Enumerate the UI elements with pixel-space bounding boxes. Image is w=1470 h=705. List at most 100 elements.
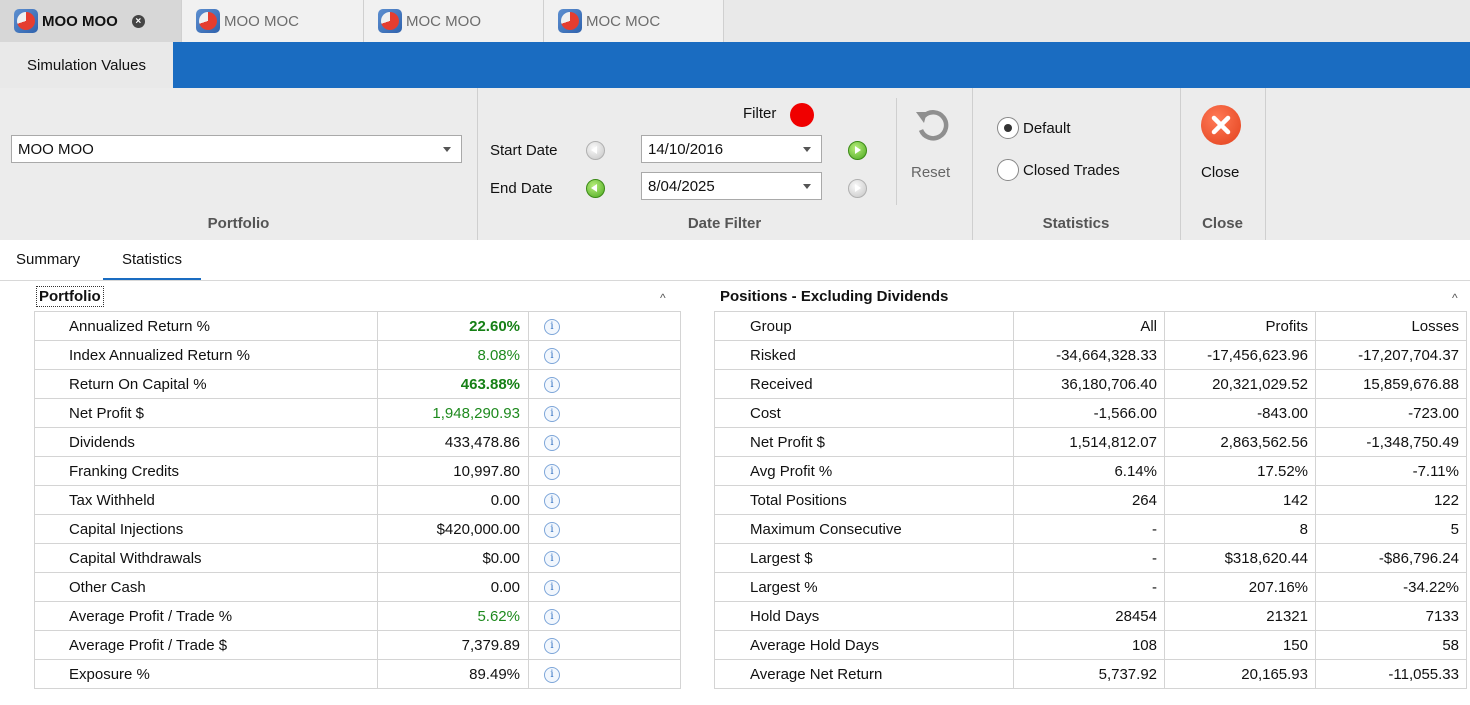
- start-date-picker[interactable]: 14/10/2016: [641, 135, 822, 163]
- reset-button[interactable]: [912, 106, 952, 146]
- info-icon[interactable]: i: [544, 318, 560, 335]
- start-date-prev-button[interactable]: [586, 141, 605, 160]
- start-date-label: Start Date: [490, 142, 558, 159]
- group-divider: [1265, 88, 1266, 240]
- cell-value: 108: [1013, 630, 1165, 660]
- table-row: Average Profit / Trade $7,379.89 i: [34, 630, 681, 660]
- stat-value: 8.08%: [377, 340, 529, 370]
- info-icon[interactable]: i: [544, 434, 560, 451]
- doc-tab-moo-moc[interactable]: MOO MOC: [182, 0, 364, 42]
- info-cell: i: [528, 572, 681, 602]
- filter-label: Filter: [743, 105, 777, 122]
- info-icon[interactable]: i: [544, 376, 560, 393]
- portfolio-pie-icon: [14, 9, 38, 33]
- positions-panel-title: Positions - Excluding Dividends: [720, 288, 949, 305]
- collapse-chevron-icon[interactable]: ^: [660, 291, 666, 305]
- info-cell: i: [528, 340, 681, 370]
- stat-name: Franking Credits: [34, 456, 378, 486]
- column-header[interactable]: Losses: [1315, 311, 1467, 341]
- chevron-down-icon: [803, 184, 811, 189]
- stat-name: Average Profit / Trade %: [34, 601, 378, 631]
- cell-value: -1,566.00: [1013, 398, 1165, 428]
- cell-value: -: [1013, 514, 1165, 544]
- closed-trades-radio[interactable]: [997, 159, 1019, 181]
- table-row: Cost -1,566.00 -843.00 -723.00: [714, 398, 1467, 428]
- info-icon[interactable]: i: [544, 666, 560, 683]
- info-cell: i: [528, 427, 681, 457]
- info-icon[interactable]: i: [544, 521, 560, 538]
- table-row: Received 36,180,706.40 20,321,029.52 15,859…: [714, 369, 1467, 399]
- cell-value: 1,514,812.07: [1013, 427, 1165, 457]
- filter-status-icon[interactable]: [790, 103, 814, 127]
- close-button-label[interactable]: Close: [1201, 164, 1239, 181]
- portfolio-select-value: MOO MOO: [18, 140, 94, 158]
- tab-statistics[interactable]: Statistics: [103, 240, 201, 280]
- table-row: Average Net Return 5,737.92 20,165.93 -11,0…: [714, 659, 1467, 689]
- close-tab-icon[interactable]: ×: [131, 14, 145, 28]
- ribbon-panel: MOO MOO Portfolio Filter Start Date 14/1…: [0, 88, 1470, 241]
- cell-value: 7133: [1315, 601, 1467, 631]
- default-radio-label[interactable]: Default: [1023, 120, 1071, 137]
- stat-name: Index Annualized Return %: [34, 340, 378, 370]
- stat-name: Dividends: [34, 427, 378, 457]
- column-header[interactable]: Group: [714, 311, 1014, 341]
- stat-name: Average Profit / Trade $: [34, 630, 378, 660]
- cell-value: 264: [1013, 485, 1165, 515]
- column-header[interactable]: All: [1013, 311, 1165, 341]
- stat-value: 0.00: [377, 485, 529, 515]
- info-cell: i: [528, 601, 681, 631]
- row-label: Net Profit $: [714, 427, 1014, 457]
- info-cell: i: [528, 398, 681, 428]
- end-date-picker[interactable]: 8/04/2025: [641, 172, 822, 200]
- table-row: Risked -34,664,328.33 -17,456,623.96 -17,20…: [714, 340, 1467, 370]
- table-row: Largest $ - $318,620.44 -$86,796.24: [714, 543, 1467, 573]
- cell-value: 8: [1164, 514, 1316, 544]
- info-icon[interactable]: i: [544, 492, 560, 509]
- table-row: Average Hold Days 108 150 58: [714, 630, 1467, 660]
- info-icon[interactable]: i: [544, 608, 560, 625]
- reset-label[interactable]: Reset: [911, 164, 950, 181]
- default-radio[interactable]: [997, 117, 1019, 139]
- tab-summary[interactable]: Summary: [16, 240, 80, 280]
- table-row: Net Profit $1,948,290.93 i: [34, 398, 681, 428]
- info-icon[interactable]: i: [544, 579, 560, 596]
- info-icon[interactable]: i: [544, 405, 560, 422]
- stat-name: Capital Injections: [34, 514, 378, 544]
- info-icon[interactable]: i: [544, 637, 560, 654]
- start-date-next-button[interactable]: [848, 141, 867, 160]
- cell-value: 207.16%: [1164, 572, 1316, 602]
- cell-value: 58: [1315, 630, 1467, 660]
- view-tab-bar: Summary Statistics: [0, 240, 1470, 281]
- close-button-icon[interactable]: [1201, 105, 1241, 145]
- end-date-prev-button[interactable]: [586, 179, 605, 198]
- cell-value: -11,055.33: [1315, 659, 1467, 689]
- cell-value: 2,863,562.56: [1164, 427, 1316, 457]
- info-icon[interactable]: i: [544, 347, 560, 364]
- cell-value: 20,321,029.52: [1164, 369, 1316, 399]
- info-icon[interactable]: i: [544, 463, 560, 480]
- doc-tab-moo-moo[interactable]: MOO MOO ×: [0, 0, 182, 42]
- portfolio-select[interactable]: MOO MOO: [11, 135, 462, 163]
- collapse-chevron-icon[interactable]: ^: [1452, 291, 1458, 305]
- info-icon[interactable]: i: [544, 550, 560, 567]
- end-date-value: 8/04/2025: [648, 177, 715, 195]
- column-header[interactable]: Profits: [1164, 311, 1316, 341]
- chevron-down-icon: [443, 147, 451, 152]
- table-header-row: Group All Profits Losses: [714, 311, 1467, 341]
- portfolio-panel-title[interactable]: Portfolio: [36, 286, 104, 307]
- end-date-next-button[interactable]: [848, 179, 867, 198]
- stat-name: Tax Withheld: [34, 485, 378, 515]
- doc-tab-label: MOO MOC: [224, 12, 299, 30]
- cell-value: 28454: [1013, 601, 1165, 631]
- table-row: Other Cash 0.00 i: [34, 572, 681, 602]
- cell-value: 6.14%: [1013, 456, 1165, 486]
- doc-tab-moc-moc[interactable]: MOC MOC: [544, 0, 724, 42]
- row-label: Largest %: [714, 572, 1014, 602]
- doc-tab-moc-moo[interactable]: MOC MOO: [364, 0, 544, 42]
- doc-tab-label: MOC MOC: [586, 12, 661, 30]
- chevron-down-icon: [803, 147, 811, 152]
- group-label-date-filter: Date Filter: [687, 215, 762, 232]
- ribbon-tab-simulation-values[interactable]: Simulation Values: [0, 42, 173, 88]
- stat-name: Exposure %: [34, 659, 378, 689]
- closed-trades-radio-label[interactable]: Closed Trades: [1023, 162, 1120, 179]
